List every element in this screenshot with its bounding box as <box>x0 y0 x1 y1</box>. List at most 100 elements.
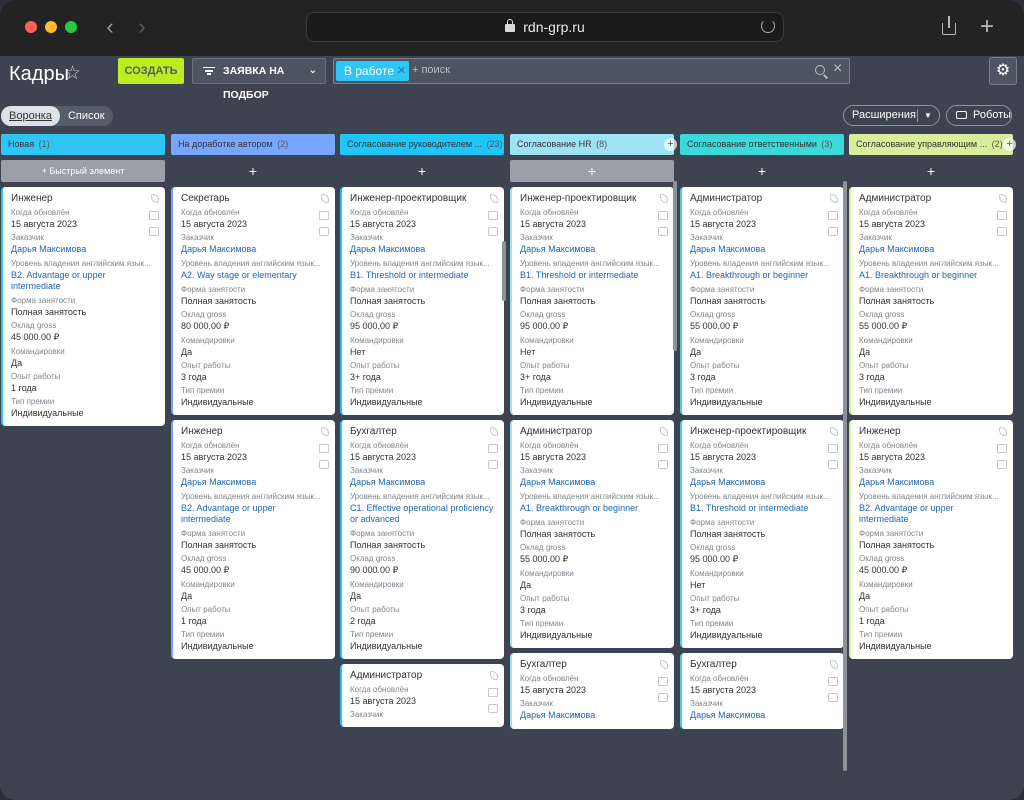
minimize-window-button[interactable] <box>45 21 57 33</box>
create-button[interactable]: СОЗДАТЬ <box>118 58 184 84</box>
card-title[interactable]: Администратор <box>350 670 496 681</box>
chat-icon[interactable] <box>319 227 329 236</box>
field-link[interactable]: B2. Advantage or upper intermediate <box>859 503 1005 525</box>
filter-chip[interactable]: В работе ✕ <box>336 61 409 81</box>
mail-icon[interactable] <box>319 211 329 220</box>
field-link[interactable]: Дарья Максимова <box>520 477 666 488</box>
field-link[interactable]: Дарья Максимова <box>181 477 327 488</box>
mail-icon[interactable] <box>488 444 498 453</box>
field-link[interactable]: Дарья Максимова <box>690 477 836 488</box>
kanban-card[interactable]: Администратор Когда обновлён 15 августа 20… <box>680 187 844 415</box>
card-title[interactable]: Инженер <box>859 426 1005 437</box>
field-link[interactable]: A1. Breakthrough or beginner <box>690 270 836 281</box>
column-header[interactable]: Согласование руководителем ... (23) <box>340 134 504 155</box>
add-column-icon[interactable]: + <box>664 138 677 151</box>
field-link[interactable]: Дарья Максимова <box>520 710 666 721</box>
mail-icon[interactable] <box>319 444 329 453</box>
field-link[interactable]: B1. Threshold or intermediate <box>520 270 666 281</box>
field-link[interactable]: Дарья Максимова <box>350 244 496 255</box>
mail-icon[interactable] <box>149 211 159 220</box>
field-link[interactable]: Дарья Максимова <box>859 244 1005 255</box>
field-link[interactable]: A1. Breakthrough or beginner <box>520 503 666 514</box>
chat-icon[interactable] <box>658 693 668 702</box>
field-link[interactable]: Дарья Максимова <box>690 244 836 255</box>
robots-button[interactable]: Роботы <box>946 105 1012 126</box>
clear-search-icon[interactable]: × <box>833 60 842 78</box>
star-icon[interactable]: ☆ <box>64 62 81 85</box>
field-link[interactable]: Дарья Максимова <box>350 477 496 488</box>
column-scrollbar[interactable] <box>843 181 847 771</box>
field-link[interactable]: B2. Advantage or upper intermediate <box>181 503 327 525</box>
maximize-window-button[interactable] <box>65 21 77 33</box>
card-title[interactable]: Секретарь <box>181 193 327 204</box>
field-link[interactable]: Дарья Максимова <box>690 710 836 721</box>
chat-icon[interactable] <box>658 227 668 236</box>
chat-icon[interactable] <box>149 227 159 236</box>
add-card-button[interactable]: + <box>340 160 504 182</box>
chat-icon[interactable] <box>488 227 498 236</box>
mail-icon[interactable] <box>488 211 498 220</box>
kanban-card[interactable]: Администратор Когда обновлён 15 августа 20… <box>340 664 504 727</box>
card-title[interactable]: Инженер-проектировщик <box>520 193 666 204</box>
mail-icon[interactable] <box>997 444 1007 453</box>
mail-icon[interactable] <box>828 211 838 220</box>
mail-icon[interactable] <box>488 688 498 697</box>
chat-icon[interactable] <box>488 704 498 713</box>
field-link[interactable]: Дарья Максимова <box>181 244 327 255</box>
card-title[interactable]: Инженер-проектировщик <box>350 193 496 204</box>
kanban-card[interactable]: Инженер-проектировщик Когда обновлён 15 ав… <box>510 187 674 415</box>
kanban-card[interactable]: Инженер-проектировщик Когда обновлён 15 ав… <box>340 187 504 415</box>
card-title[interactable]: Бухгалтер <box>690 659 836 670</box>
field-link[interactable]: B1. Threshold or intermediate <box>690 503 836 514</box>
chat-icon[interactable] <box>828 460 838 469</box>
field-link[interactable]: A2. Way stage or elementary <box>181 270 327 281</box>
kanban-card[interactable]: Инженер Когда обновлён 15 августа 2023 Зака… <box>849 420 1013 659</box>
kanban-card[interactable]: Секретарь Когда обновлён 15 августа 2023 За… <box>171 187 335 415</box>
add-column-icon[interactable]: + <box>1003 138 1016 151</box>
quick-item-button[interactable]: + Быстрый элемент <box>1 160 165 182</box>
chat-icon[interactable] <box>828 227 838 236</box>
column-header[interactable]: Согласование HR (8) + <box>510 134 677 155</box>
mail-icon[interactable] <box>828 444 838 453</box>
reload-icon[interactable] <box>761 19 775 33</box>
column-header[interactable]: На доработке автором (2) <box>171 134 335 155</box>
field-link[interactable]: Дарья Максимова <box>859 477 1005 488</box>
settings-gear-icon[interactable]: ⚙ <box>989 57 1017 85</box>
column-header[interactable]: Согласование ответственными (3) <box>680 134 844 155</box>
field-link[interactable]: B2. Advantage or upper intermediate <box>11 270 157 292</box>
kanban-card[interactable]: Бухгалтер Когда обновлён 15 августа 2023 За… <box>340 420 504 659</box>
share-icon[interactable] <box>940 16 958 36</box>
card-title[interactable]: Бухгалтер <box>350 426 496 437</box>
chat-icon[interactable] <box>488 460 498 469</box>
chat-icon[interactable] <box>658 460 668 469</box>
card-title[interactable]: Инженер <box>181 426 327 437</box>
extensions-button[interactable]: Расширения ▼ <box>843 105 940 126</box>
mail-icon[interactable] <box>658 211 668 220</box>
mail-icon[interactable] <box>997 211 1007 220</box>
column-scrollbar[interactable] <box>673 181 677 351</box>
address-bar[interactable]: rdn-grp.ru <box>306 12 784 42</box>
search-bar[interactable]: В работе ✕ + поиск × <box>333 58 850 84</box>
add-card-button[interactable]: + <box>510 160 674 182</box>
field-link[interactable]: Дарья Максимова <box>520 244 666 255</box>
kanban-card[interactable]: Администратор Когда обновлён 15 августа 20… <box>510 420 674 648</box>
dropdown-triangle-icon[interactable]: ▼ <box>924 106 932 125</box>
search-input[interactable]: + поиск <box>412 64 450 76</box>
column-scrollbar[interactable] <box>502 241 506 301</box>
kanban-card[interactable]: Бухгалтер Когда обновлён 15 августа 2023 За… <box>510 653 674 729</box>
new-tab-icon[interactable]: + <box>980 14 994 40</box>
request-selection-button[interactable]: ЗАЯВКА НА ПОДБОР ⌄ <box>192 58 326 101</box>
view-tab-funnel[interactable]: Воронка <box>1 106 60 126</box>
field-link[interactable]: B1. Threshold or intermediate <box>350 270 496 281</box>
forward-icon[interactable]: › <box>131 14 153 40</box>
column-header[interactable]: Новая (1) <box>1 134 165 155</box>
add-card-button[interactable]: + <box>680 160 844 182</box>
column-header[interactable]: Согласование управляющим ... (2) + <box>849 134 1016 155</box>
card-title[interactable]: Инженер <box>11 193 157 204</box>
field-link[interactable]: C1. Effective operational proficiency or… <box>350 503 496 525</box>
kanban-card[interactable]: Инженер Когда обновлён 15 августа 2023 Зака… <box>171 420 335 659</box>
kanban-card[interactable]: Бухгалтер Когда обновлён 15 августа 2023 За… <box>680 653 844 729</box>
kanban-card[interactable]: Администратор Когда обновлён 15 августа 20… <box>849 187 1013 415</box>
card-title[interactable]: Администратор <box>690 193 836 204</box>
mail-icon[interactable] <box>828 677 838 686</box>
